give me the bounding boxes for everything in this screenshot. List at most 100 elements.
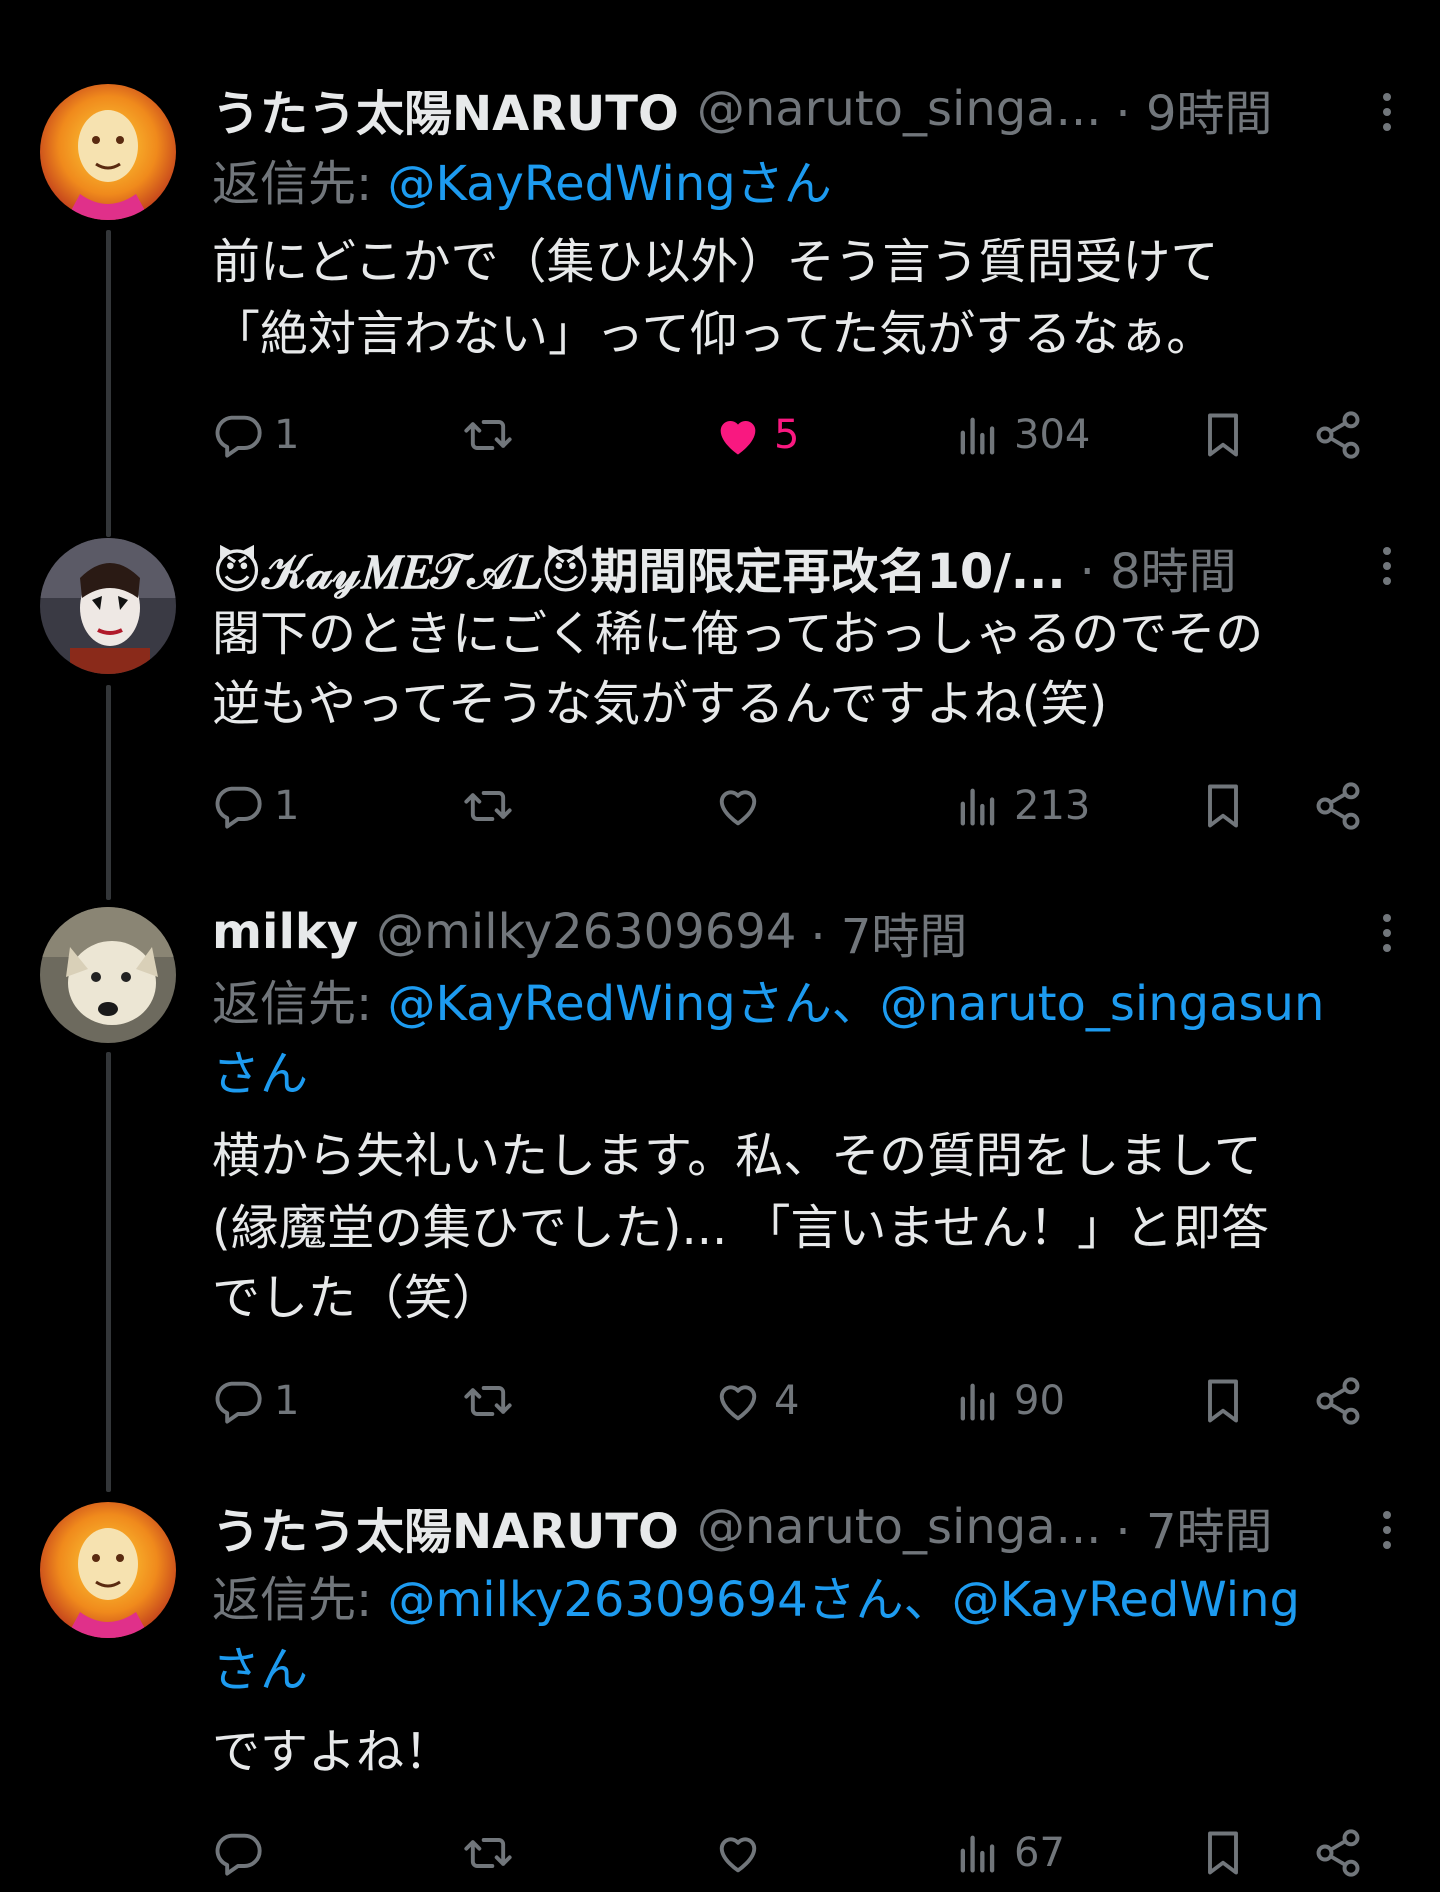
- like-button[interactable]: [712, 1818, 764, 1888]
- more-icon[interactable]: [1372, 1500, 1402, 1560]
- action-bar: 67: [212, 1818, 1422, 1888]
- tweet-header: milky @milky26309694 · 7時間: [212, 897, 1340, 967]
- thread-line: [106, 685, 111, 900]
- share-button[interactable]: [1312, 1818, 1364, 1888]
- reply-prefix: 返信先:: [212, 976, 388, 1032]
- bookmark-button[interactable]: [1197, 400, 1249, 470]
- retweet-icon: [464, 420, 512, 450]
- like-count: 4: [774, 1378, 800, 1424]
- thread-line: [106, 525, 111, 537]
- tweet-text-line: (縁魔堂の集ひでした)... 「言いません！」と即答: [212, 1200, 1270, 1256]
- bookmark-button[interactable]: [1197, 1818, 1249, 1888]
- action-bar: 1 4 90: [212, 1366, 1422, 1436]
- user-handle[interactable]: @milky26309694: [376, 904, 796, 960]
- mention-link[interactable]: さん: [212, 1642, 308, 1698]
- tweet-text-line: 前にどこかで（集ひ以外）そう言う質問受けて: [212, 234, 1219, 290]
- user-handle[interactable]: @naruto_singa...: [697, 81, 1102, 137]
- display-name[interactable]: うたう太陽NARUTO: [212, 74, 679, 144]
- more-icon[interactable]: [1372, 82, 1402, 142]
- reply-context: 返信先: @KayRedWingさん、@naruto_singasun: [212, 968, 1410, 1040]
- retweet-button[interactable]: [462, 1366, 514, 1436]
- bookmark-icon: [1208, 413, 1238, 457]
- mention-link[interactable]: @KayRedWingさん: [387, 156, 831, 212]
- tweet-text-line: ですよね！: [212, 1724, 453, 1780]
- avatar[interactable]: [40, 538, 176, 674]
- views-button[interactable]: 67: [952, 1818, 1065, 1888]
- reply-icon: [215, 415, 262, 458]
- heart-icon: [719, 790, 757, 826]
- share-icon: [1316, 1377, 1360, 1425]
- share-icon: [1316, 782, 1360, 830]
- share-icon: [1316, 411, 1360, 459]
- tweet-header: 😈𝒦𝒶𝓎𝑀𝐸𝒯𝒜𝐿😈期間限定再改名10/... · 8時間: [212, 532, 1340, 602]
- tweet-text-line: 「絶対言わない」って仰ってた気がするなぁ。: [212, 306, 1215, 362]
- view-count: 213: [1014, 783, 1091, 829]
- like-button[interactable]: 5: [712, 400, 799, 470]
- reply-context: 返信先: @milky26309694さん、@KayRedWing: [212, 1564, 1410, 1636]
- reply-button[interactable]: [212, 1818, 274, 1888]
- timestamp[interactable]: · 7時間: [810, 897, 967, 967]
- reply-icon: [215, 1833, 262, 1876]
- timestamp[interactable]: · 9時間: [1115, 74, 1272, 144]
- action-bar: 1 5 304: [212, 400, 1422, 470]
- tweet-text-line: 閣下のときにごく稀に俺っておっしゃるのでその: [212, 606, 1264, 662]
- like-button[interactable]: 4: [712, 1366, 799, 1436]
- reply-count: 1: [274, 783, 300, 829]
- retweet-icon: [464, 791, 512, 821]
- tweet-header: うたう太陽NARUTO @naruto_singa... · 9時間: [212, 74, 1340, 144]
- avatar[interactable]: [40, 907, 176, 1043]
- reply-count: 1: [274, 1378, 300, 1424]
- share-button[interactable]: [1312, 771, 1364, 841]
- avatar[interactable]: [40, 1502, 176, 1638]
- reply-count: 1: [274, 412, 300, 458]
- reply-context: 返信先: @KayRedWingさん: [212, 148, 1410, 220]
- timestamp[interactable]: · 8時間: [1080, 532, 1237, 602]
- display-name[interactable]: milky: [212, 904, 358, 960]
- reply-context-continued: さん: [212, 1038, 1410, 1110]
- reply-icon: [215, 786, 262, 829]
- mention-link[interactable]: @milky26309694さん、@KayRedWing: [387, 1572, 1300, 1628]
- more-icon[interactable]: [1372, 903, 1402, 963]
- bookmark-icon: [1208, 1831, 1238, 1875]
- share-button[interactable]: [1312, 1366, 1364, 1436]
- view-count: 304: [1014, 412, 1091, 458]
- heart-icon: [719, 1837, 757, 1873]
- reply-button[interactable]: 1: [212, 1366, 299, 1436]
- thread-line: [106, 1052, 111, 1492]
- avatar[interactable]: [40, 84, 176, 220]
- views-icon: [960, 417, 995, 455]
- bookmark-button[interactable]: [1197, 771, 1249, 841]
- display-name[interactable]: うたう太陽NARUTO: [212, 1492, 679, 1562]
- reply-icon: [215, 1381, 262, 1424]
- views-button[interactable]: 213: [952, 771, 1090, 841]
- like-button[interactable]: [712, 771, 764, 841]
- mention-link[interactable]: さん: [212, 1046, 308, 1102]
- reply-button[interactable]: 1: [212, 400, 299, 470]
- retweet-button[interactable]: [462, 400, 514, 470]
- thread-line: [106, 230, 111, 530]
- retweet-icon: [464, 1386, 512, 1416]
- views-button[interactable]: 90: [952, 1366, 1065, 1436]
- bookmark-icon: [1208, 1379, 1238, 1423]
- reply-button[interactable]: 1: [212, 771, 299, 841]
- views-icon: [960, 1835, 995, 1873]
- reply-prefix: 返信先:: [212, 156, 388, 212]
- bookmark-button[interactable]: [1197, 1366, 1249, 1436]
- tweet-text-line: 横から失礼いたします。私、その質問をしまして: [212, 1128, 1262, 1184]
- retweet-button[interactable]: [462, 771, 514, 841]
- tweet-text-line: 逆もやってそうな気がするんですよね(笑): [212, 676, 1108, 732]
- reply-prefix: 返信先:: [212, 1572, 388, 1628]
- user-handle[interactable]: @naruto_singa...: [697, 1499, 1102, 1555]
- views-button[interactable]: 304: [952, 400, 1090, 470]
- retweet-button[interactable]: [462, 1818, 514, 1888]
- more-icon[interactable]: [1372, 536, 1402, 596]
- views-icon: [960, 1383, 995, 1421]
- display-name[interactable]: 😈𝒦𝒶𝓎𝑀𝐸𝒯𝒜𝐿😈期間限定再改名10/...: [212, 532, 1066, 602]
- share-button[interactable]: [1312, 400, 1364, 470]
- bookmark-icon: [1208, 784, 1238, 828]
- tweet-header: うたう太陽NARUTO @naruto_singa... · 7時間: [212, 1492, 1340, 1562]
- timestamp[interactable]: · 7時間: [1115, 1492, 1272, 1562]
- heart-icon: [719, 1385, 757, 1421]
- heart-icon: [720, 420, 756, 455]
- mention-link[interactable]: @KayRedWingさん、@naruto_singasun: [387, 976, 1324, 1032]
